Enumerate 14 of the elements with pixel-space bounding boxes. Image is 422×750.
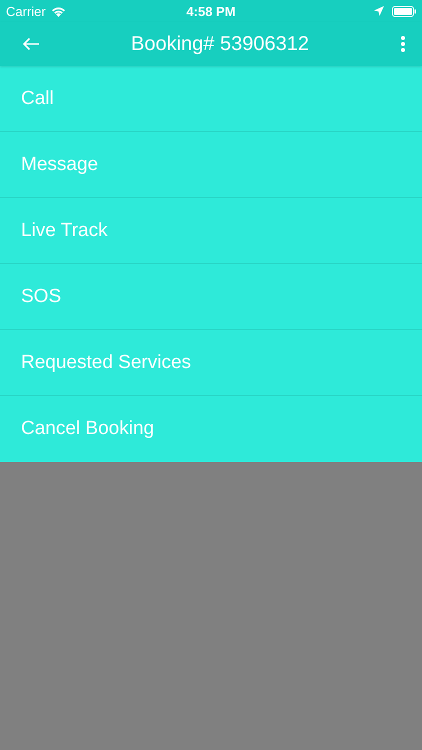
nav-title: Booking# 53906312: [130, 32, 310, 56]
battery-icon: [392, 6, 416, 16]
location-arrow-icon: [374, 6, 384, 16]
menu-item[interactable]: Call: [0, 66, 422, 132]
more-options-icon[interactable]: [400, 35, 406, 53]
back-arrow-icon[interactable]: [22, 37, 40, 51]
menu-item[interactable]: Live Track: [0, 198, 422, 264]
menu-item[interactable]: SOS: [0, 264, 422, 330]
menu-item[interactable]: Message: [0, 132, 422, 198]
carrier-name: Carrier: [6, 4, 46, 18]
status-time: 4:58 PM: [186, 4, 236, 18]
menu-item[interactable]: Cancel Booking: [0, 396, 422, 462]
wifi-icon: [50, 6, 66, 16]
menu-item[interactable]: Requested Services: [0, 330, 422, 396]
